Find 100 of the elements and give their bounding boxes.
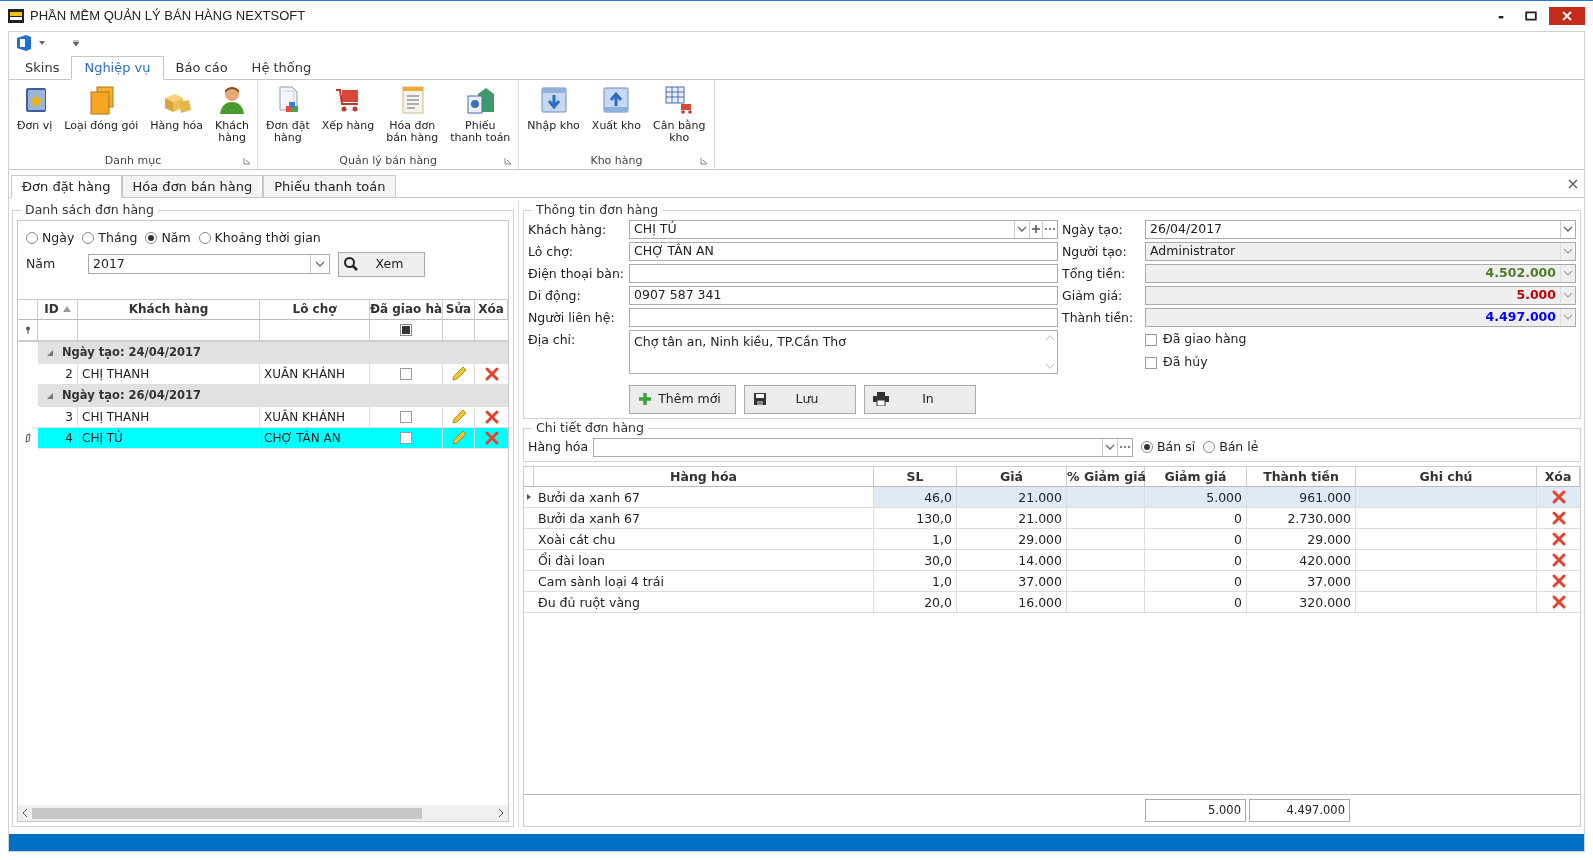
radio-button[interactable] xyxy=(1203,441,1216,453)
input-field[interactable]: 4.502.000 xyxy=(1145,263,1576,283)
table-row[interactable]: 3 CHỊ THANH XUÂN KHÁNH xyxy=(38,406,508,428)
table-row[interactable]: Xoài cát chu 1,0 29.000 0 29.000 xyxy=(534,528,1580,549)
close-icon[interactable] xyxy=(1568,179,1578,189)
checkbox[interactable] xyxy=(1145,356,1157,369)
ribbon-button[interactable]: Phiếu thanh toán xyxy=(444,80,517,153)
column-header[interactable]: Giảm giá xyxy=(1145,466,1247,486)
expand-toggle-icon[interactable] xyxy=(46,391,54,400)
input-field[interactable]: 0907 587 341 xyxy=(629,285,1058,305)
ribbon-button[interactable]: Đơn đặt hàng xyxy=(260,80,316,153)
input-field[interactable] xyxy=(629,307,1058,327)
group-row[interactable]: Ngày tạo: 24/04/2017 xyxy=(38,341,508,364)
ribbon-button[interactable]: Đơn vị xyxy=(11,80,59,153)
ribbon-button[interactable]: Loại đóng gói xyxy=(58,80,145,153)
input-field[interactable]: Administrator xyxy=(1145,241,1576,261)
column-header[interactable]: Khách hàng xyxy=(78,299,260,319)
radio-label[interactable]: Khoảng thời gian xyxy=(214,228,321,248)
delete-icon[interactable] xyxy=(1550,509,1567,526)
ribbon-button[interactable]: Khách hàng xyxy=(209,80,256,153)
table-row[interactable]: 4 CHỊ TÚ CHỢ TÂN AN xyxy=(38,427,508,449)
column-header[interactable]: Hàng hóa xyxy=(534,466,874,486)
ribbon-tab[interactable]: Nghiệp vụ xyxy=(71,56,164,80)
column-header[interactable]: Ghi chú xyxy=(1356,466,1537,486)
action-button[interactable]: Thêm mới xyxy=(629,384,736,414)
table-row[interactable]: Ổi đài loan 30,0 14.000 0 420.000 xyxy=(534,549,1580,570)
delete-icon[interactable] xyxy=(1550,551,1567,568)
scroll-up-icon[interactable] xyxy=(1046,334,1054,341)
input-field[interactable]: 5.000 xyxy=(1145,285,1576,305)
dialog-launcher-icon[interactable] xyxy=(504,157,513,165)
ribbon-tab[interactable]: Skins xyxy=(13,56,72,80)
more-icon[interactable] xyxy=(1042,220,1057,238)
ribbon-button[interactable]: Hóa đơn bán hàng xyxy=(380,80,445,153)
document-tab[interactable]: Đơn đặt hàng xyxy=(11,175,122,198)
ribbon-button[interactable]: Hàng hóa xyxy=(144,80,210,153)
more-icon[interactable] xyxy=(1117,438,1132,456)
action-button[interactable]: In xyxy=(864,384,976,414)
column-header[interactable]: Đã giao hà xyxy=(370,299,443,319)
scroll-left-icon[interactable] xyxy=(22,809,28,817)
dropdown-caret-icon[interactable] xyxy=(1105,442,1115,452)
add-icon[interactable] xyxy=(1029,220,1042,238)
delete-icon[interactable] xyxy=(1550,530,1567,547)
action-button[interactable]: Lưu xyxy=(744,384,856,414)
ribbon-button[interactable]: Nhập kho xyxy=(521,80,586,153)
radio-button[interactable] xyxy=(1141,441,1153,453)
table-row[interactable]: Đu đủ ruột vàng 20,0 16.000 0 320.000 xyxy=(534,591,1580,612)
checkbox[interactable] xyxy=(400,410,412,423)
radio-button[interactable] xyxy=(82,232,95,245)
delete-icon[interactable] xyxy=(483,429,500,446)
column-header[interactable]: Giá xyxy=(957,466,1067,486)
scroll-down-icon[interactable] xyxy=(1046,362,1054,369)
input-field[interactable]: 4.497.000 xyxy=(1145,307,1576,327)
radio-label[interactable]: Bán sỉ xyxy=(1157,437,1196,457)
close-button[interactable] xyxy=(1549,7,1585,25)
ribbon-tab[interactable]: Báo cáo xyxy=(163,56,240,80)
radio-button[interactable] xyxy=(198,232,211,245)
checkbox[interactable] xyxy=(400,431,412,444)
radio-label[interactable]: Bán lẻ xyxy=(1219,437,1259,457)
address-field[interactable]: Chợ tân an, Ninh kiều, TP.Cần Thơ xyxy=(629,329,1058,374)
delete-icon[interactable] xyxy=(1550,572,1567,589)
delete-icon[interactable] xyxy=(483,365,500,382)
column-header[interactable]: Xóa xyxy=(475,299,508,319)
customize-toolbar-icon[interactable] xyxy=(73,40,79,46)
ribbon-tab[interactable]: Hệ thống xyxy=(239,56,324,80)
delete-icon[interactable] xyxy=(1550,593,1567,610)
year-combobox[interactable]: 2017 xyxy=(88,254,330,274)
filter-checkbox[interactable] xyxy=(400,323,412,336)
ribbon-button[interactable]: Xếp hàng xyxy=(315,80,381,153)
document-tab[interactable]: Hóa đơn bán hàng xyxy=(121,175,264,198)
delete-icon[interactable] xyxy=(483,408,500,425)
radio-label[interactable]: Ngày xyxy=(42,228,75,248)
horizontal-scrollbar[interactable] xyxy=(18,805,508,821)
checkbox-label[interactable]: Đã giao hàng xyxy=(1163,330,1247,350)
column-header[interactable]: ID xyxy=(38,299,78,319)
table-row[interactable]: Bưởi da xanh 67 130,0 21.000 0 2.730.000 xyxy=(534,507,1580,528)
ribbon-button[interactable]: Cân bằng kho xyxy=(647,80,712,153)
input-field[interactable]: CHỢ TÂN AN xyxy=(629,241,1058,261)
customer-combobox[interactable]: CHỊ TÚ xyxy=(629,219,1058,239)
radio-button[interactable] xyxy=(26,232,38,245)
table-row[interactable]: 2 CHỊ THANH XUÂN KHÁNH xyxy=(38,363,508,385)
input-field[interactable] xyxy=(629,263,1058,283)
checkbox-label[interactable]: Đã hủy xyxy=(1163,353,1208,373)
expand-toggle-icon[interactable] xyxy=(46,348,54,357)
table-row[interactable]: Cam sành loại 4 trái 1,0 37.000 0 37.000 xyxy=(534,570,1580,591)
office-logo-icon[interactable] xyxy=(17,35,31,51)
column-header[interactable]: % Giảm giá xyxy=(1067,466,1145,486)
radio-label[interactable]: Tháng xyxy=(98,228,138,248)
dropdown-caret-icon[interactable] xyxy=(39,41,45,45)
ribbon-button[interactable]: Xuất kho xyxy=(585,80,647,153)
column-header[interactable]: SL xyxy=(874,466,957,486)
table-row[interactable]: Bưởi da xanh 67 46,0 21.000 5.000 961.000 xyxy=(534,486,1580,507)
scroll-right-icon[interactable] xyxy=(498,809,504,817)
column-header[interactable]: Xóa xyxy=(1537,466,1580,486)
dialog-launcher-icon[interactable] xyxy=(243,157,252,165)
column-header[interactable]: Thành tiền xyxy=(1247,466,1356,486)
radio-button[interactable] xyxy=(145,232,158,245)
column-header[interactable]: Lô chợ xyxy=(260,299,370,319)
dropdown-caret-icon[interactable] xyxy=(315,259,325,269)
dialog-launcher-icon[interactable] xyxy=(699,157,708,165)
view-button[interactable]: Xem xyxy=(338,251,425,277)
